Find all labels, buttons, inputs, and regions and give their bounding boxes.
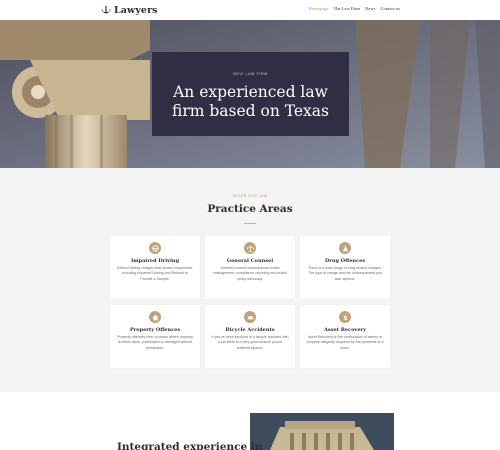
site-header: Lawyers Homepage The Law Firm News Conta… — [0, 0, 500, 20]
card-title: General Counsel — [226, 258, 274, 264]
courthouse-image — [250, 413, 394, 450]
hero-title: An experienced law firm based on Texas — [152, 83, 349, 121]
nav-the-law-firm[interactable]: The Law Firm — [333, 6, 360, 11]
practice-card-property-offences[interactable]: Property Offences Property offences refe… — [110, 305, 200, 368]
main-nav: Homepage The Law Firm News Contact us — [309, 6, 400, 11]
card-text: Property offences refer to cases where p… — [117, 335, 193, 350]
svg-text:$: $ — [343, 314, 347, 320]
steering-wheel-icon — [149, 242, 161, 254]
practice-card-bicycle-accidents[interactable]: Bicycle Accidents If you've been involve… — [205, 305, 295, 368]
hero-eyebrow: DEVI LAW FIRM — [233, 72, 268, 76]
nav-homepage[interactable]: Homepage — [309, 6, 329, 11]
scales-icon — [244, 242, 256, 254]
hero-card: DEVI LAW FIRM An experienced law firm ba… — [152, 52, 349, 136]
logo-text: Lawyers — [114, 4, 158, 16]
practice-areas-section: ENTER OUR LAW Practice Areas Impaired Dr… — [0, 168, 500, 392]
card-text: Defend driving charges that involve impa… — [117, 266, 193, 281]
nav-contact-us[interactable]: Contact us — [380, 6, 400, 11]
home-icon — [149, 311, 161, 323]
card-text: General counsel encompasses entire manag… — [213, 266, 287, 281]
flask-icon — [339, 242, 351, 254]
card-text: There is a wide range of drug related ch… — [308, 266, 382, 281]
card-title: Drug Offences — [324, 258, 366, 264]
practice-title: Practice Areas — [207, 203, 293, 215]
practice-card-asset-recovery[interactable]: $ Asset Recovery Asset Recovery is the c… — [300, 305, 390, 368]
card-title: Property Offences — [129, 327, 181, 333]
card-title: Bicycle Accidents — [225, 327, 275, 333]
car-icon — [244, 311, 256, 323]
dollar-icon: $ — [339, 311, 351, 323]
hero-section: DEVI LAW FIRM An experienced law firm ba… — [0, 20, 500, 168]
hero-title-line-1: An experienced law — [173, 83, 328, 101]
logo-icon — [101, 5, 111, 15]
integrated-experience-section: Integrated experience in — [0, 392, 500, 450]
card-text: If you've been involved in a bicycle acc… — [211, 335, 289, 350]
practice-card-drug-offences[interactable]: Drug Offences There is a wide range of d… — [300, 236, 390, 299]
practice-card-general-counsel[interactable]: General Counsel General counsel encompas… — [205, 236, 295, 299]
practice-eyebrow: ENTER OUR LAW — [232, 194, 268, 198]
practice-card-impaired-driving[interactable]: Impaired Driving Defend driving charges … — [110, 236, 200, 299]
card-title: Asset Recovery — [323, 327, 367, 333]
card-title: Impaired Driving — [130, 258, 180, 264]
title-divider — [244, 223, 256, 224]
hero-title-line-2: firm based on Texas — [172, 102, 329, 120]
card-text: Asset Recovery is the confiscation of as… — [306, 335, 384, 350]
site-logo[interactable]: Lawyers — [101, 3, 158, 17]
nav-news[interactable]: News — [365, 6, 375, 11]
integrated-title: Integrated experience in — [117, 441, 263, 450]
